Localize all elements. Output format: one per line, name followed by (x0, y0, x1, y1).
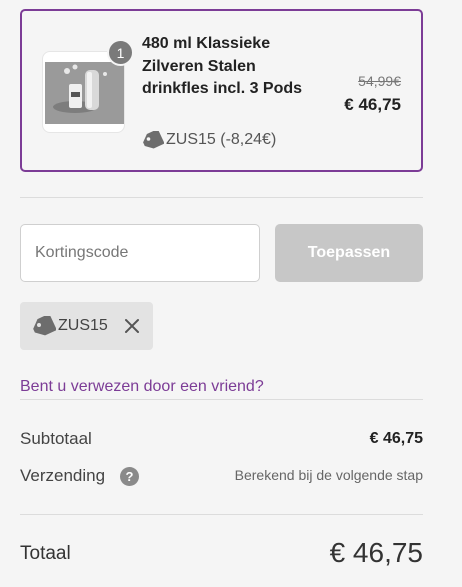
applied-discount-tag: ZUS15 (20, 302, 153, 350)
quantity-badge: 1 (107, 39, 134, 66)
divider (20, 399, 423, 400)
applied-discount-code: ZUS15 (58, 317, 108, 334)
referral-link[interactable]: Bent u verwezen door een vriend? (20, 378, 264, 396)
tag-icon (143, 131, 164, 149)
product-title: 480 ml Klassieke Zilveren Stalen drinkfl… (142, 35, 303, 97)
total-value: € 46,75 (329, 537, 423, 568)
tag-icon (33, 316, 56, 336)
item-price: € 46,75 (344, 95, 401, 114)
remove-discount-button[interactable] (122, 316, 142, 336)
subtotal-label: Subtotaal (20, 429, 92, 448)
close-icon (125, 319, 139, 333)
product-image (45, 62, 124, 124)
subtotal-value: € 46,75 (369, 430, 423, 447)
shipping-label: Verzending (20, 466, 106, 485)
item-discount: ZUS15 (-8,24€) (142, 129, 276, 151)
apply-discount-button[interactable]: Toepassen (275, 224, 423, 282)
question-icon[interactable]: ? (120, 467, 139, 486)
bottle-image (45, 62, 124, 124)
item-discount-label: ZUS15 (-8,24€) (166, 131, 277, 148)
original-price: 54,99€ (358, 73, 401, 89)
divider (20, 197, 423, 198)
total-label: Totaal (20, 543, 71, 564)
divider (20, 514, 423, 515)
discount-code-input[interactable] (20, 224, 260, 282)
shipping-value: Berekend bij de volgende stap (234, 467, 423, 483)
cart-item-card: 1 480 ml Klassieke Zilveren Stalen drink… (20, 9, 423, 172)
